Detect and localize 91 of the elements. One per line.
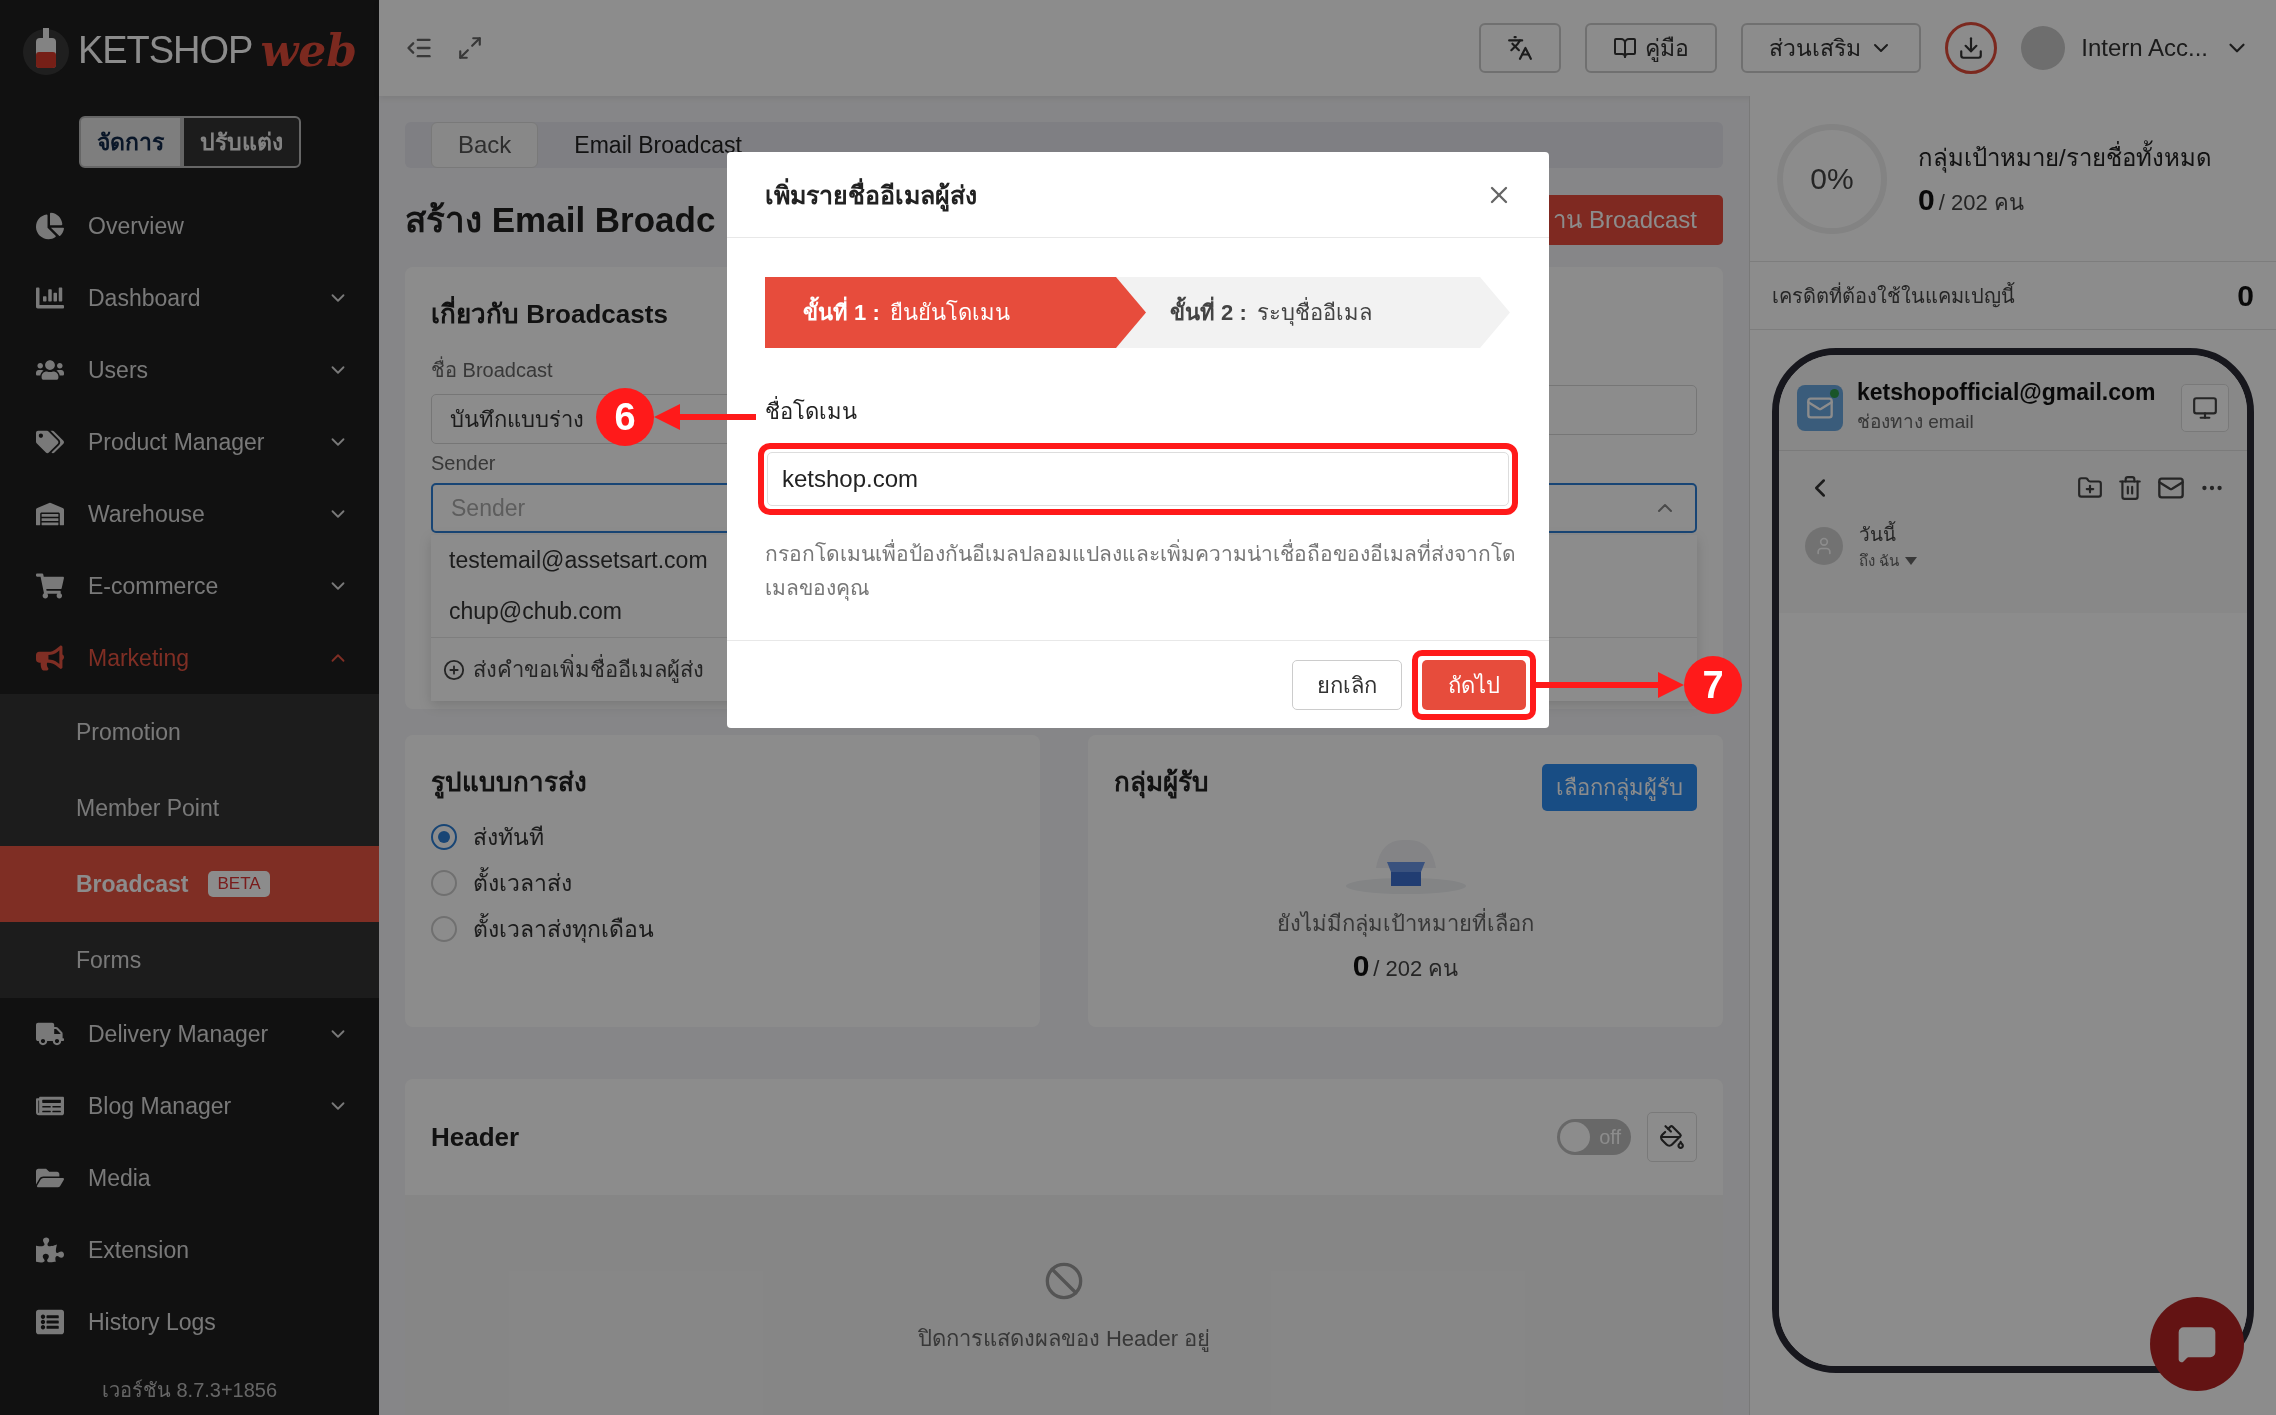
list-icon [36, 1308, 64, 1336]
folder-plus-icon[interactable] [2077, 475, 2103, 501]
megaphone-icon [36, 644, 64, 672]
target-count: 0 [1918, 182, 1935, 217]
field-label: ชื่อ Broadcast [431, 354, 553, 386]
card-title: Header [431, 1121, 520, 1153]
radio-option[interactable]: ส่งทันที [431, 814, 1014, 860]
guide-button[interactable]: คู่มือ [1585, 23, 1718, 73]
download-icon [1958, 35, 1985, 61]
summary-title: กลุ่มเป้าหมาย/รายชื่อทั้งหมด [1918, 137, 2212, 177]
sidebar-subitem[interactable]: Broadcast BETA [0, 846, 379, 922]
user-menu[interactable]: Intern Acc... [2021, 26, 2250, 70]
avatar-icon [2021, 26, 2066, 70]
paint-bucket-icon [1659, 1124, 1685, 1150]
avatar-icon [1805, 527, 1843, 565]
trash-icon[interactable] [2117, 475, 2143, 501]
wizard-step[interactable]: ขั้นที่ 1 : ยืนยันโดเมน [765, 277, 1146, 348]
sidebar-item[interactable]: Product Manager [0, 406, 379, 478]
sidebar-subitem[interactable]: Promotion [0, 694, 379, 770]
recipient-text: ถึง ฉัน [1859, 551, 1900, 571]
translate-icon [1507, 35, 1534, 61]
recipient-count: 0 [1352, 949, 1370, 983]
sidebar-item[interactable]: Blog Manager [0, 1070, 379, 1142]
radio-option[interactable]: ตั้งเวลาส่ง [431, 860, 1014, 906]
page-title: สร้าง Email Broadc [405, 199, 716, 241]
select-recipients-button[interactable]: เลือกกลุ่มผู้รับ [1542, 764, 1697, 811]
radio-option[interactable]: ตั้งเวลาส่งทุกเดือน [431, 906, 1014, 952]
disabled-icon [1044, 1261, 1084, 1301]
puzzle-icon [36, 1236, 64, 1264]
logo-text: KETSHOP [77, 28, 253, 72]
date-text: วันนี้ [1859, 519, 1918, 549]
credit-label: เครดิตที่ต้องใช้ในแคมเปญนี้ [1772, 281, 2015, 310]
mail-app-icon [1797, 384, 1843, 431]
sender-email: ketshopofficial@gmail.com [1857, 379, 2157, 406]
sidebar-item[interactable]: Media [0, 1142, 379, 1214]
target-total: / 202 คน [1938, 188, 2024, 217]
card-title: กลุ่มผู้รับ [1114, 766, 1209, 801]
field-label: Sender [431, 452, 496, 475]
monitor-icon [2192, 394, 2218, 421]
mode-tab[interactable]: จัดการ [78, 116, 182, 168]
fullscreen-icon[interactable] [457, 35, 483, 61]
field-label: ชื่อโดเมน [765, 394, 1518, 429]
channel-text: ช่องทาง email [1857, 410, 1975, 434]
download-button[interactable] [1945, 22, 1998, 74]
sidebar-subitem[interactable]: Forms [0, 922, 379, 998]
sidebar-item[interactable]: Dashboard [0, 262, 379, 334]
sidebar-item[interactable]: History Logs [0, 1286, 379, 1358]
desktop-view-button[interactable] [2181, 383, 2229, 432]
recipient-total: / 202 คน [1373, 955, 1459, 983]
back-button[interactable]: Back [431, 122, 539, 168]
step-number-badge: 7 [1684, 656, 1742, 715]
truck-icon [36, 1020, 64, 1048]
empty-text: ปิดการแสดงผลของ Header อยู่ [917, 1325, 1211, 1354]
sidebar-item[interactable]: Warehouse [0, 478, 379, 550]
breadcrumb-text: Email Broadcast [574, 131, 742, 159]
subitem-label: Broadcast [76, 870, 189, 898]
cart-icon [36, 572, 64, 600]
subitem-label: Promotion [76, 718, 181, 746]
chat-icon [2177, 1324, 2217, 1364]
dialog-title: เพิ่มรายชื่ออีเมลผู้ส่ง [765, 174, 977, 215]
style-button[interactable] [1647, 1112, 1697, 1162]
beta-badge: BETA [208, 871, 270, 897]
mode-tab[interactable]: ปรับแต่ง [181, 116, 301, 168]
addons-button[interactable]: ส่วนเสริม [1741, 23, 1922, 73]
subitem-label: Member Point [76, 794, 220, 822]
tag-icon [36, 428, 64, 456]
sidebar-item[interactable]: Extension [0, 1214, 379, 1286]
percent-text: 0% [1810, 161, 1854, 196]
wizard-step[interactable]: ขั้นที่ 2 : ระบุชื่ออีเมล [1116, 277, 1510, 348]
help-text: กรอกโดเมนเพื่อป้องกันอีเมลปลอมแปลงและเพิ่มความน่าเชื่อถือของอีเมลที่ส่งจากโดเมลของคุณ [765, 537, 1518, 605]
next-button[interactable]: ถัดไป [1422, 660, 1526, 711]
plus-icon [443, 658, 465, 681]
empty-text: ยังไม่มีกลุ่มเป้าหมายที่เลือก [1277, 906, 1534, 941]
translate-button[interactable] [1479, 23, 1562, 73]
cancel-button[interactable]: ยกเลิก [1292, 660, 1402, 711]
card-title: เกี่ยวกับ Broadcasts [431, 293, 668, 334]
domain-input[interactable]: ketshop.com [767, 452, 1509, 506]
warehouse-icon [36, 500, 64, 528]
book-icon [1613, 36, 1638, 60]
card-title: รูปแบบการส่ง [431, 766, 587, 801]
sidebar-subitem[interactable]: Member Point [0, 770, 379, 846]
sidebar-item[interactable]: Delivery Manager [0, 998, 379, 1070]
sidebar-item[interactable]: Overview [0, 190, 379, 262]
sidebar-item[interactable]: Users [0, 334, 379, 406]
logo-accent-text: web [260, 24, 358, 76]
credit-value: 0 [2237, 278, 2254, 313]
pie-chart-icon [36, 212, 64, 240]
version-text: เวอร์ชัน 8.7.3+1856 [100, 1378, 279, 1403]
subitem-label: Forms [76, 946, 142, 974]
caret-icon [1905, 557, 1918, 565]
sidebar-item[interactable]: E-commerce [0, 550, 379, 622]
